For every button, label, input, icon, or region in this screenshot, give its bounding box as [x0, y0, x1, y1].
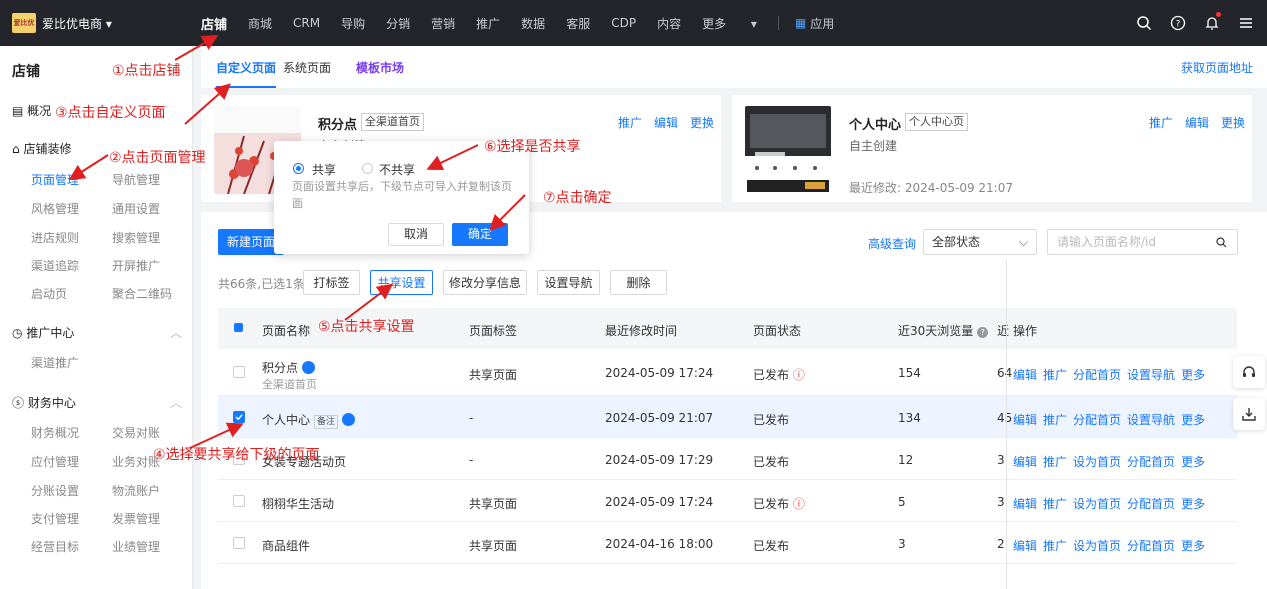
annotation-arrows: [68, 35, 526, 449]
annotation-step-3: ③点击自定义页面: [55, 105, 166, 121]
arrow-5: [344, 283, 394, 321]
annotation-step-1: ①点击店铺: [112, 63, 181, 79]
annotation-step-4: ④选择要共享给下级的页面: [153, 447, 320, 463]
annotation-step-5: ⑤点击共享设置: [318, 319, 415, 335]
arrow-2: [68, 154, 109, 181]
arrow-7: [489, 194, 526, 231]
arrow-6: [426, 144, 479, 171]
annotation-step-7: ⑦点击确定: [543, 190, 612, 206]
annotation-step-2: ②点击页面管理: [109, 150, 206, 166]
annotation-step-6: ⑥选择是否共享: [484, 139, 581, 155]
arrow-3: [184, 83, 231, 125]
arrow-1: [174, 35, 219, 61]
